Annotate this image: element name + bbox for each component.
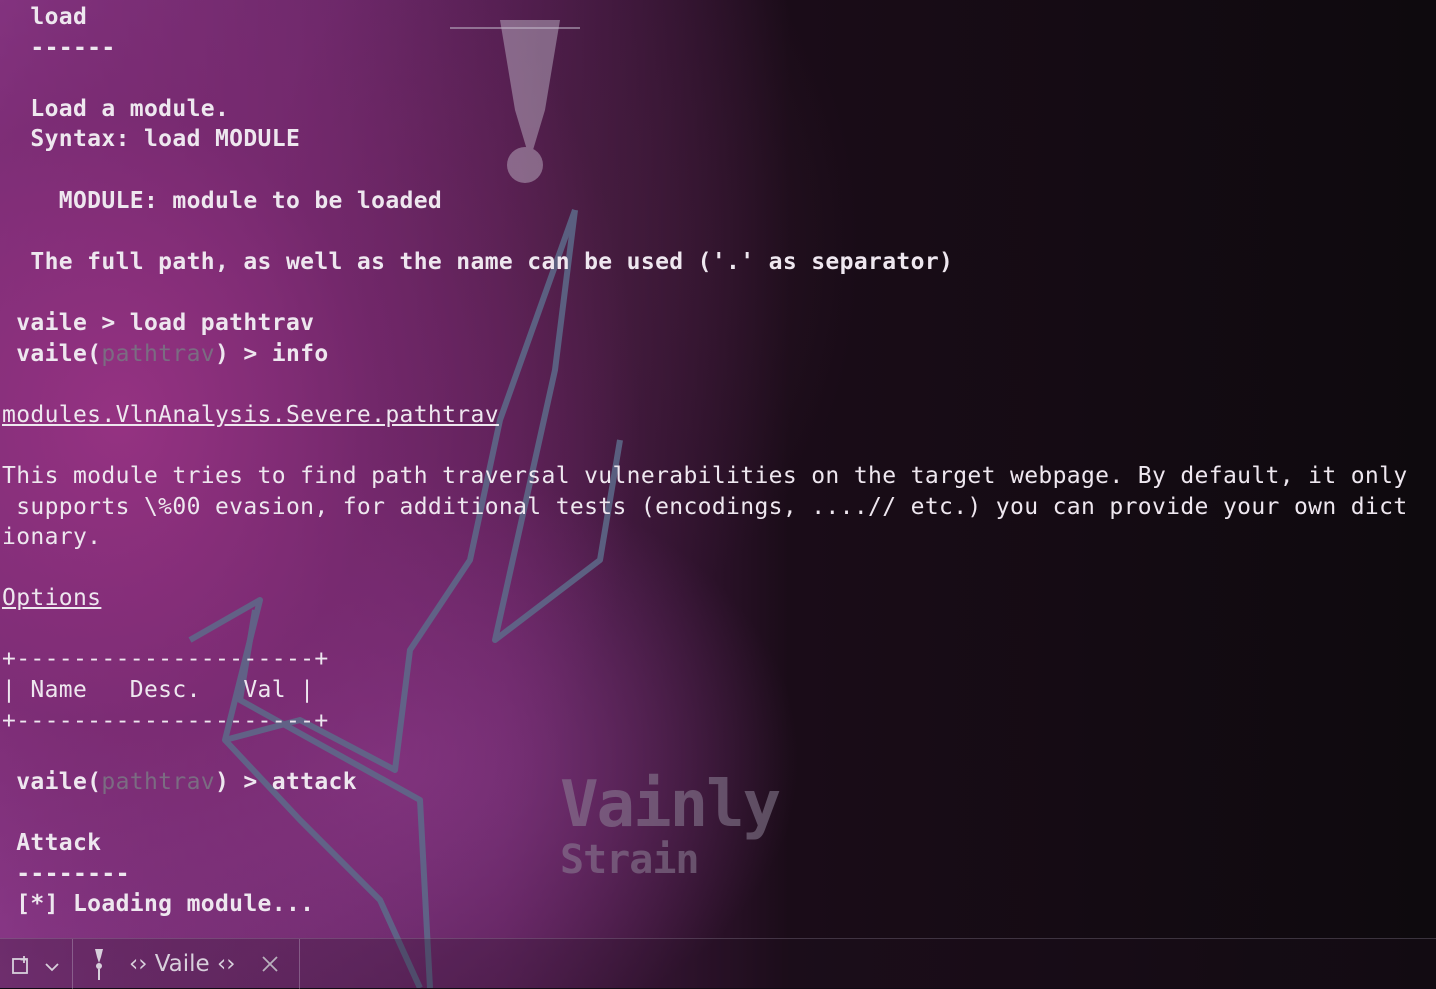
terminal-line: Attack	[2, 828, 1432, 859]
terminal-text: | Name Desc. Val |	[2, 677, 315, 704]
terminal-line: vaile > load pathtrav	[2, 308, 1432, 339]
terminal-text: vaile(	[2, 340, 102, 367]
terminal-line: Load a module.	[2, 94, 1432, 125]
terminal-text: supports \%00 evasion, for additional te…	[2, 493, 1408, 520]
terminal-line: +---------------------+	[2, 644, 1432, 675]
terminal-text: --------	[2, 860, 130, 887]
terminal-line: load	[2, 2, 1432, 33]
tab-vaile[interactable]: ‹› Vaile ‹›	[72, 939, 300, 989]
terminal-line: --------	[2, 859, 1432, 890]
terminal-line: [*] Loading module...	[2, 889, 1432, 920]
terminal-line: ------	[2, 33, 1432, 64]
chevron-down-icon[interactable]	[42, 956, 62, 976]
terminal-line: | Name Desc. Val |	[2, 675, 1432, 706]
terminal-line: vaile(pathtrav) > attack	[2, 767, 1432, 798]
terminal-line: +---------------------+	[2, 706, 1432, 737]
terminal-line: vaile(pathtrav) > info	[2, 339, 1432, 370]
terminal-text: MODULE: module to be loaded	[2, 187, 443, 214]
terminal-text: modules.VlnAnalysis.Severe.pathtrav	[2, 401, 499, 428]
terminal-text: pathtrav	[101, 768, 215, 795]
tab-title: ‹› Vaile ‹›	[129, 951, 236, 977]
terminal-line: Syntax: load MODULE	[2, 124, 1432, 155]
terminal-text: ionary.	[2, 524, 102, 551]
terminal-line: ionary.	[2, 522, 1432, 553]
terminal-text: This module tries to find path traversal…	[2, 462, 1408, 489]
new-tab-icon[interactable]	[10, 954, 34, 978]
close-icon[interactable]	[259, 953, 281, 975]
terminal-text: Load a module.	[2, 95, 230, 122]
terminal-line: supports \%00 evasion, for additional te…	[2, 492, 1432, 523]
terminal-text: [*] Loading module...	[2, 891, 315, 918]
terminal-text: vaile(	[2, 768, 102, 795]
terminal-text: Options	[2, 585, 102, 612]
terminal-text: ) > info	[214, 340, 329, 367]
terminal-text: Syntax: load MODULE	[2, 126, 301, 153]
terminal-text: +---------------------+	[2, 707, 329, 734]
terminal-line: This module tries to find path traversal…	[2, 461, 1432, 492]
terminal-text: Attack	[2, 830, 102, 857]
terminal-line: modules.VlnAnalysis.Severe.pathtrav	[2, 400, 1432, 431]
terminal-text: load	[2, 4, 88, 30]
terminal-line: Options	[2, 583, 1432, 614]
terminal-text: ------	[2, 34, 116, 61]
terminal-text: pathtrav	[101, 340, 215, 367]
terminal-text: +---------------------+	[2, 646, 329, 673]
terminal-text: ) > attack	[214, 768, 357, 795]
tab-bar: ‹› Vaile ‹›	[0, 938, 1436, 989]
terminal-text: vaile > load pathtrav	[2, 309, 315, 336]
new-tab-button[interactable]	[10, 951, 70, 981]
vaile-figure-icon	[95, 949, 103, 980]
terminal-text: The full path, as well as the name can b…	[2, 248, 954, 275]
terminal-line: The full path, as well as the name can b…	[2, 247, 1432, 278]
terminal-output[interactable]: load ------ Load a module. Syntax: load …	[2, 2, 1432, 920]
terminal-line: MODULE: module to be loaded	[2, 186, 1432, 217]
